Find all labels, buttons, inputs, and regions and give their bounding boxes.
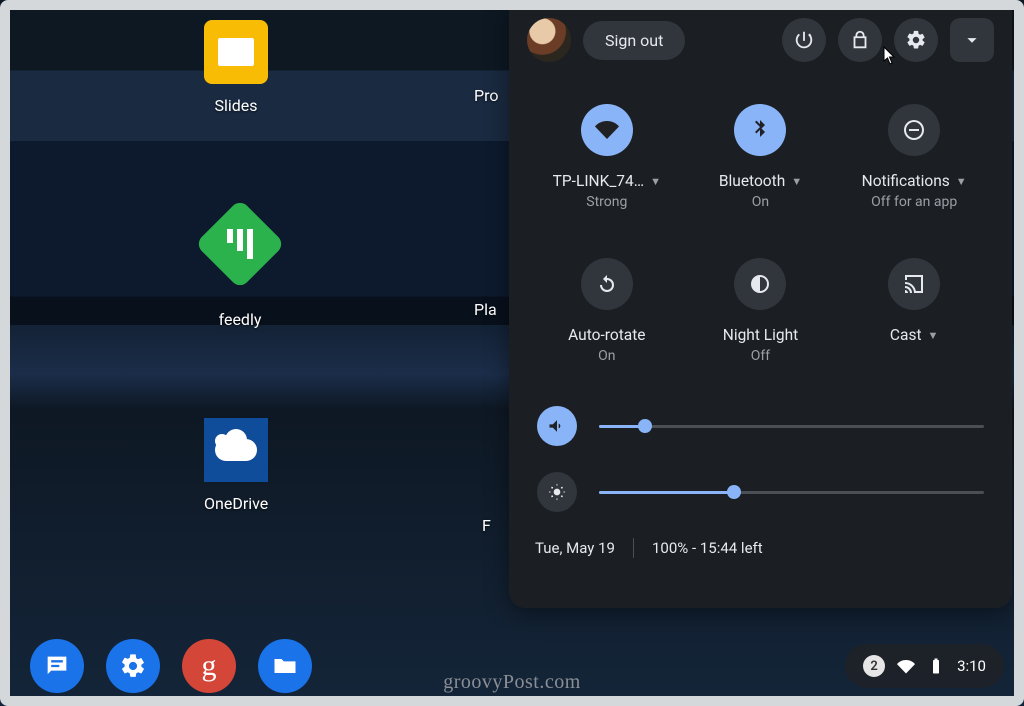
bluetooth-title[interactable]: Bluetooth▼ (719, 172, 802, 190)
desktop-icon-label-partial: Pro (474, 86, 498, 105)
quick-settings-panel: Sign out TP-LINK_74…▼ Strong (509, 0, 1012, 608)
desktop-icon-label: feedly (219, 310, 262, 329)
rotate-icon (595, 272, 619, 296)
nightlight-toggle[interactable] (734, 258, 786, 310)
desktop-icon-slides[interactable]: Slides (204, 20, 268, 115)
footer-battery: 100% - 15:44 left (652, 539, 763, 557)
sign-out-button[interactable]: Sign out (583, 21, 685, 60)
onedrive-icon (204, 418, 268, 482)
bluetooth-sub: On (752, 194, 769, 210)
wifi-toggle[interactable] (581, 104, 633, 156)
notification-badge: 2 (863, 655, 885, 677)
nightlight-sub: Off (751, 348, 770, 364)
wifi-title[interactable]: TP-LINK_74…▼ (553, 172, 661, 190)
tray-time: 3:10 (957, 657, 986, 675)
nightlight-title: Night Light (723, 326, 798, 344)
shelf-apps: g (20, 639, 312, 693)
autorotate-sub: On (598, 348, 615, 364)
brightness-icon (547, 482, 567, 502)
volume-row (537, 406, 984, 446)
autorotate-toggle[interactable] (581, 258, 633, 310)
cast-toggle[interactable] (888, 258, 940, 310)
quick-tiles: TP-LINK_74…▼ Strong Bluetooth▼ On Notifi… (527, 104, 994, 364)
lock-icon (849, 29, 871, 51)
desktop-icon-onedrive[interactable]: OneDrive (204, 418, 268, 513)
power-icon (793, 29, 815, 51)
letter-g-icon: g (202, 649, 217, 683)
cast-icon (902, 272, 926, 296)
panel-header: Sign out (527, 18, 994, 62)
brightness-button[interactable] (537, 472, 577, 512)
tile-nightlight: Night Light Off (689, 258, 833, 364)
tile-cast: Cast▼ (842, 258, 986, 364)
notifications-title[interactable]: Notifications▼ (862, 172, 967, 190)
settings-button[interactable] (894, 18, 938, 62)
desktop-icon-label-partial: Pla (474, 300, 497, 319)
cast-title[interactable]: Cast▼ (890, 326, 938, 344)
chevron-down-icon (961, 29, 983, 51)
gear-icon (119, 652, 147, 680)
shelf-app-messages[interactable] (30, 639, 84, 693)
bluetooth-icon (748, 118, 772, 142)
shelf-app-settings[interactable] (106, 639, 160, 693)
nightlight-icon (748, 272, 772, 296)
dnd-icon (902, 118, 926, 142)
wifi-icon (595, 118, 619, 142)
brightness-row (537, 472, 984, 512)
power-button[interactable] (782, 18, 826, 62)
panel-footer: Tue, May 19 100% - 15:44 left (527, 538, 994, 558)
wifi-sub: Strong (586, 194, 627, 210)
tile-autorotate: Auto-rotate On (535, 258, 679, 364)
feedly-icon (195, 199, 286, 290)
shelf-app-g[interactable]: g (182, 639, 236, 693)
gear-icon (905, 29, 927, 51)
brightness-slider[interactable] (599, 491, 984, 494)
bluetooth-toggle[interactable] (734, 104, 786, 156)
tile-bluetooth: Bluetooth▼ On (689, 104, 833, 210)
volume-button[interactable] (537, 406, 577, 446)
chat-icon (43, 652, 71, 680)
folder-icon (271, 652, 299, 680)
desktop-icon-label: OneDrive (204, 494, 268, 513)
slides-icon (204, 20, 268, 84)
volume-slider[interactable] (599, 425, 984, 428)
desktop-icon-feedly[interactable]: feedly (208, 212, 272, 329)
watermark: groovyPost.com (443, 671, 581, 694)
system-tray[interactable]: 2 3:10 (845, 644, 1004, 688)
desktop-icon-label-partial: F (482, 516, 491, 535)
collapse-button[interactable] (950, 18, 994, 62)
tile-wifi: TP-LINK_74…▼ Strong (535, 104, 679, 210)
notifications-sub: Off for an app (871, 194, 957, 210)
volume-icon (547, 416, 567, 436)
lock-button[interactable] (838, 18, 882, 62)
desktop-icon-label: Slides (214, 96, 257, 115)
avatar[interactable] (527, 18, 571, 62)
autorotate-title: Auto-rotate (568, 326, 645, 344)
shelf-app-files[interactable] (258, 639, 312, 693)
sliders (527, 406, 994, 512)
divider (633, 538, 634, 558)
notifications-toggle[interactable] (888, 104, 940, 156)
wifi-icon (897, 657, 915, 675)
tile-notifications: Notifications▼ Off for an app (842, 104, 986, 210)
footer-date: Tue, May 19 (535, 539, 615, 557)
battery-icon (927, 657, 945, 675)
